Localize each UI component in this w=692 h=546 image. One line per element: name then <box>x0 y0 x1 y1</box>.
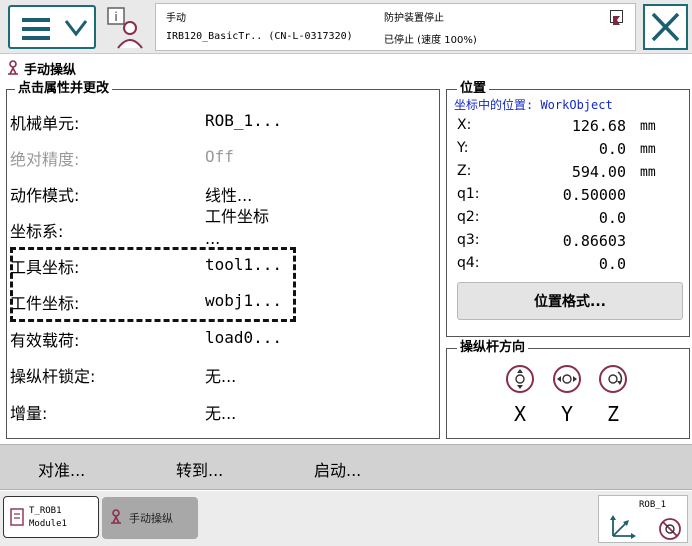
program-editor-icon <box>10 508 24 526</box>
jogging-task-icon <box>111 509 121 524</box>
increment-value[interactable]: 无... <box>205 400 236 424</box>
motion-mode-value[interactable]: 线性... <box>205 182 252 206</box>
status-panel[interactable]: 手动 IRB120_BasicTr.. (CN-L-0317320) 防护装置停… <box>155 3 636 51</box>
task-bar: T_ROB1 Module1 手动操纵 ROB_1 <box>0 491 692 546</box>
pos-q3-value: 0.86603 <box>562 232 626 250</box>
joystick-lock-value[interactable]: 无... <box>205 363 236 387</box>
flag-icon <box>610 10 623 25</box>
position-format-button[interactable]: 位置格式... <box>457 282 683 320</box>
joystick-z-icon <box>599 365 627 393</box>
jogging-icon <box>8 60 18 75</box>
pos-x-unit: mm <box>640 119 656 134</box>
activate-button[interactable]: 启动... <box>314 457 361 481</box>
task-jogging-label: 手动操纵 <box>129 512 173 525</box>
task-jogging[interactable]: 手动操纵 <box>102 497 198 539</box>
pos-z-unit: mm <box>640 165 656 180</box>
operator-status-icon[interactable]: i <box>104 6 148 50</box>
task-line2: Module1 <box>29 519 67 529</box>
pos-q4-value: 0.0 <box>598 255 626 273</box>
quickset-label: ROB_1 <box>639 500 667 510</box>
joystick-y-label: Y <box>560 402 574 426</box>
joystick-y-icon <box>553 365 581 393</box>
abb-menu-button[interactable] <box>8 5 96 49</box>
goto-button[interactable]: 转到... <box>176 457 223 481</box>
task-rob1-module1[interactable]: T_ROB1 Module1 <box>3 496 99 538</box>
quickset-button[interactable]: ROB_1 <box>598 495 688 543</box>
increment-label: 增量: <box>10 404 48 423</box>
system-name: IRB120_BasicTr.. (CN-L-0317320) <box>166 31 353 42</box>
pos-q1-value: 0.50000 <box>562 186 626 204</box>
app-title: 手动操纵 <box>6 57 76 79</box>
pos-q2-value: 0.0 <box>598 209 626 227</box>
pos-x-value: 126.68 <box>571 117 626 135</box>
close-icon <box>651 12 680 42</box>
properties-legend: 点击属性并更改 <box>15 80 113 98</box>
close-button[interactable] <box>643 4 688 50</box>
run-state: 已停止 (速度 100%) <box>384 35 477 46</box>
position-frame-label: 坐标中的位置: WorkObject <box>454 98 613 112</box>
joystick-x-label: X <box>513 402 527 426</box>
coordinate-axes-icon <box>610 515 636 539</box>
safety-status: 防护装置停止 <box>384 13 444 24</box>
joystick-z-label: Z <box>606 402 620 426</box>
top-bar: i 手动 IRB120_BasicTr.. (CN-L-0317320) 防护装… <box>0 0 692 54</box>
absolute-accuracy-value: Off <box>205 147 234 166</box>
mechanical-unit-label: 机械单元: <box>10 114 80 133</box>
menu-icon <box>22 18 50 45</box>
align-button[interactable]: 对准... <box>38 457 85 481</box>
coordinate-system-value[interactable]: 工件坐标 ... <box>205 206 289 245</box>
coordinate-system-label: 坐标系: <box>10 222 64 241</box>
pos-z-value: 594.00 <box>571 163 626 181</box>
absolute-accuracy-label: 绝对精度: <box>10 150 80 169</box>
speed-icon <box>659 518 681 540</box>
pos-y-value: 0.0 <box>598 140 626 158</box>
chevron-down-icon <box>64 20 88 37</box>
payload-value[interactable]: load0... <box>205 328 282 347</box>
mechanical-unit-value[interactable]: ROB_1... <box>205 111 282 130</box>
joystick-legend: 操纵杆方向 <box>457 339 529 357</box>
highlight-annotation-box <box>10 247 296 322</box>
pos-y-unit: mm <box>640 142 656 157</box>
action-bar: 对准... 转到... 启动... <box>0 444 692 490</box>
motion-mode-label: 动作模式: <box>10 186 80 205</box>
mode-text: 手动 <box>166 13 186 24</box>
joystick-x-icon <box>506 365 534 393</box>
svg-text:i: i <box>114 10 117 24</box>
payload-label: 有效载荷: <box>10 331 80 350</box>
task-line1: T_ROB1 <box>29 506 62 516</box>
joystick-lock-label: 操纵杆锁定: <box>10 367 96 386</box>
app-title-text: 手动操纵 <box>24 62 77 78</box>
